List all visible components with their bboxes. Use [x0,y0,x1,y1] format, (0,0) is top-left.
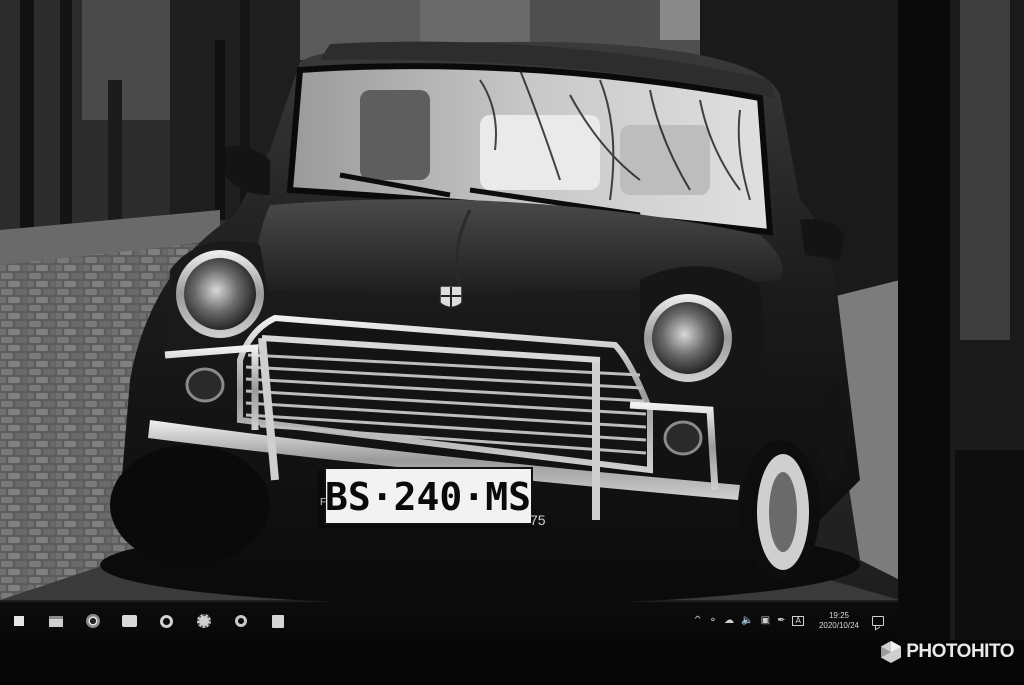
chrome-icon[interactable] [74,603,111,639]
cloud-icon[interactable]: ☁ [724,616,734,626]
file-explorer-icon[interactable] [37,603,74,639]
media-icon[interactable] [222,603,259,639]
plate-department: 75 [530,512,546,528]
watermark-text-right: HITO [970,641,1015,662]
display-icon[interactable]: ▣ [761,616,770,626]
taskbar-pinned-apps [0,603,296,639]
folder-icon[interactable] [111,603,148,639]
settings-icon[interactable] [148,603,185,639]
notification-center-icon[interactable] [872,616,884,626]
photohito-logo-icon [881,641,902,663]
app-icon[interactable] [259,603,296,639]
watermark-text: PHOTOHITO [906,641,1014,663]
photohito-watermark: PHOTOHITO [880,640,1015,664]
taskbar-clock[interactable]: 19:25 2020/10/24 [819,611,859,631]
clock-date: 2020/10/24 [818,621,859,630]
ime-indicator[interactable]: A [792,616,804,626]
pen-icon[interactable]: ✒ [777,616,785,626]
license-plate-text: BS·240·MS [325,475,531,519]
car-photograph: F BS·240·MS 75 [0,0,1024,685]
photo-canvas: F BS·240·MS 75 [0,0,1024,685]
network-icon[interactable]: ⚬ [709,616,717,626]
windows-taskbar: ^ ⚬ ☁ 🔈 ▣ ✒ A 19:25 2020/10/24 [0,602,898,640]
photos-icon[interactable] [185,603,222,639]
windows-start-icon[interactable] [0,603,37,639]
tray-overflow-chevron-icon[interactable]: ^ [693,616,701,626]
clock-time: 19:25 [828,611,849,620]
volume-icon[interactable]: 🔈 [741,616,753,626]
watermark-text-left: PHOTO [906,641,971,662]
system-tray: ^ ⚬ ☁ 🔈 ▣ ✒ A 19:25 2020/10/24 [693,602,892,640]
